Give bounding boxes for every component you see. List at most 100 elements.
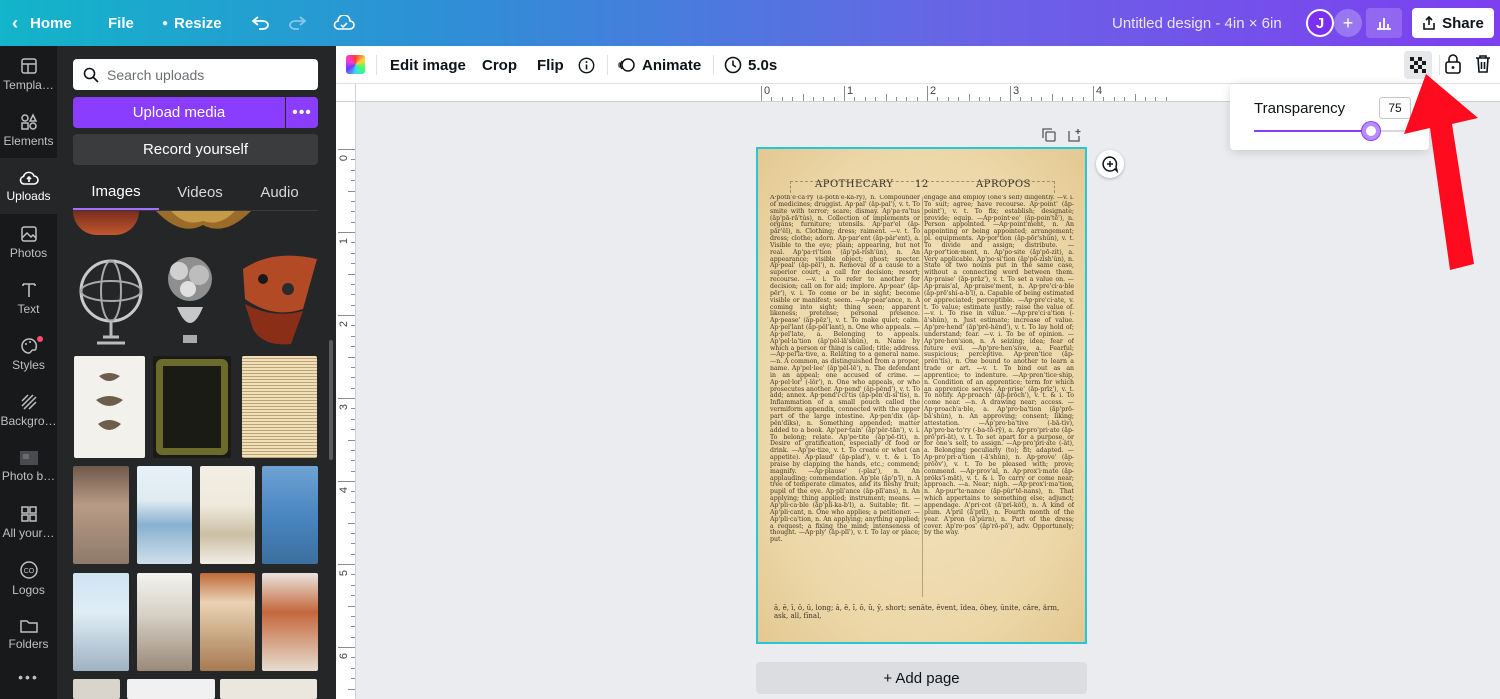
rail-item-templates[interactable]: Templa… — [0, 46, 57, 102]
duration-button[interactable]: 5.0s — [724, 46, 777, 84]
ruler-number: 3 — [338, 403, 351, 411]
home-button[interactable]: ‹ Home — [12, 0, 72, 46]
ruler-subtick — [351, 242, 355, 244]
rail-item-logos[interactable]: CO Logos — [0, 550, 57, 606]
share-button[interactable]: Share — [1412, 8, 1494, 38]
upload-thumbnail-news-1[interactable] — [127, 679, 215, 699]
rail-item-folders[interactable]: Folders — [0, 606, 57, 662]
insights-button[interactable] — [1366, 8, 1402, 38]
ruler-vertical: 0 1 2 3 4 5 6 — [336, 102, 356, 699]
rail-more-button[interactable]: ••• — [0, 662, 57, 692]
upload-thumbnail-story-1[interactable] — [73, 466, 129, 564]
upload-thumbnail-story-2[interactable] — [137, 466, 192, 564]
rail-label: All your… — [2, 525, 55, 540]
slider-handle[interactable] — [1362, 122, 1380, 140]
panel-scrollbar[interactable] — [329, 340, 333, 460]
upload-thumbnail-butterfly-chart[interactable] — [74, 356, 145, 458]
ruler-subtick — [348, 273, 355, 275]
ruler-subtick — [351, 387, 355, 389]
ruler-subtick — [351, 418, 355, 420]
ruler-subtick — [1144, 97, 1146, 101]
design-page[interactable]: APOTHECARY 12 APROPOS A·poth'e·ca·ry (a-… — [756, 147, 1087, 644]
upload-thumbnail-news-2[interactable] — [220, 679, 317, 699]
background-icon — [20, 393, 37, 410]
file-menu[interactable]: File — [108, 0, 134, 46]
upload-thumbnail-butterfly-wings[interactable] — [233, 249, 321, 349]
redo-button[interactable] — [288, 0, 306, 46]
rail-item-elements[interactable]: Elements — [0, 102, 57, 158]
transparency-label: Transparency — [1254, 100, 1346, 117]
ruler-subtick — [348, 522, 355, 524]
rail-item-background[interactable]: Backgro… — [0, 382, 57, 438]
upload-thumbnail-story-9[interactable] — [73, 679, 120, 699]
upload-thumbnail-story-6[interactable] — [137, 573, 192, 671]
rail-item-styles[interactable]: Styles — [0, 326, 57, 382]
slider-fill — [1254, 130, 1371, 132]
color-picker-button[interactable] — [346, 55, 365, 74]
ruler-subtick — [351, 304, 355, 306]
record-yourself-button[interactable]: Record yourself — [73, 134, 318, 165]
resize-button[interactable]: ● Resize — [162, 0, 222, 46]
rail-item-photos[interactable]: Photos — [0, 214, 57, 270]
ruler-subtick — [351, 615, 355, 617]
ruler-subtick — [351, 159, 355, 161]
cloud-save-status[interactable] — [333, 0, 355, 46]
ruler-subtick — [1061, 97, 1063, 101]
animate-icon — [618, 58, 635, 72]
rail-item-uploads[interactable]: Uploads — [0, 158, 57, 214]
upload-thumbnail-moth[interactable] — [151, 211, 256, 237]
add-collaborator-button[interactable]: + — [1334, 9, 1362, 37]
rail-item-photo-background[interactable]: Photo b… — [0, 438, 57, 494]
info-button[interactable] — [578, 46, 595, 84]
upload-thumbnail-story-3[interactable] — [200, 466, 255, 564]
upload-thumbnail-story-4[interactable] — [262, 466, 318, 564]
animate-button[interactable]: Animate — [618, 46, 701, 84]
tab-videos[interactable]: Videos — [159, 174, 241, 210]
rail-item-text[interactable]: Text — [0, 270, 57, 326]
ruler-subtick — [1134, 94, 1136, 101]
share-label: Share — [1442, 14, 1484, 32]
upload-thumbnail-story-8[interactable] — [262, 573, 318, 671]
upload-thumbnail-dictionary-page[interactable] — [242, 356, 317, 458]
ruler-corner — [336, 84, 356, 102]
ruler-number: 4 — [1096, 85, 1103, 97]
dictionary-column-left: A·poth'e·ca·ry (a-pŏth'ē-kā-rȳ), n. Comp… — [770, 195, 920, 544]
upload-thumbnail-flower-vase[interactable] — [155, 249, 225, 349]
ruler-tick — [338, 647, 355, 648]
add-page-button[interactable]: + Add page — [756, 662, 1087, 694]
ruler-subtick — [351, 211, 355, 213]
cloud-check-icon — [333, 15, 355, 30]
upload-thumbnail-floral-frame[interactable] — [153, 356, 231, 458]
add-page-icon[interactable] — [1068, 128, 1082, 142]
tab-audio[interactable]: Audio — [241, 174, 318, 210]
tab-images[interactable]: Images — [73, 174, 159, 210]
duplicate-page-icon[interactable] — [1042, 128, 1056, 142]
ruler-subtick — [885, 94, 887, 101]
undo-button[interactable] — [252, 0, 270, 46]
edit-image-button[interactable]: Edit image — [390, 46, 466, 84]
transparency-checker-icon — [1410, 57, 1426, 73]
rail-label: Logos — [12, 582, 45, 597]
upload-thumbnail-story-5[interactable] — [73, 573, 129, 671]
upload-thumbnail-armillary-sphere[interactable] — [73, 249, 149, 349]
ruler-tick — [1093, 86, 1094, 101]
upload-options-button[interactable]: ••• — [286, 97, 318, 128]
flip-button[interactable]: Flip — [537, 46, 564, 84]
ruler-number: 4 — [338, 486, 351, 494]
ruler-tick — [927, 86, 928, 101]
search-input[interactable] — [107, 66, 307, 83]
rail-item-all-your-designs[interactable]: All your… — [0, 494, 57, 550]
avatar[interactable]: J — [1306, 9, 1334, 37]
transparency-slider[interactable] — [1254, 122, 1410, 140]
crop-button[interactable]: Crop — [482, 46, 517, 84]
ruler-subtick — [348, 605, 355, 607]
ruler-number: 1 — [847, 85, 854, 97]
design-title[interactable]: Untitled design - 4in × 6in — [1112, 0, 1282, 46]
add-comment-button[interactable] — [1096, 150, 1124, 178]
ruler-number: 0 — [338, 154, 351, 162]
upload-media-button[interactable]: Upload media — [73, 97, 285, 128]
upload-tabs: Images Videos Audio — [73, 174, 318, 211]
upload-thumbnail-butterfly-wing[interactable] — [73, 211, 139, 235]
search-box[interactable] — [73, 59, 318, 90]
upload-thumbnail-story-7[interactable] — [200, 573, 255, 671]
